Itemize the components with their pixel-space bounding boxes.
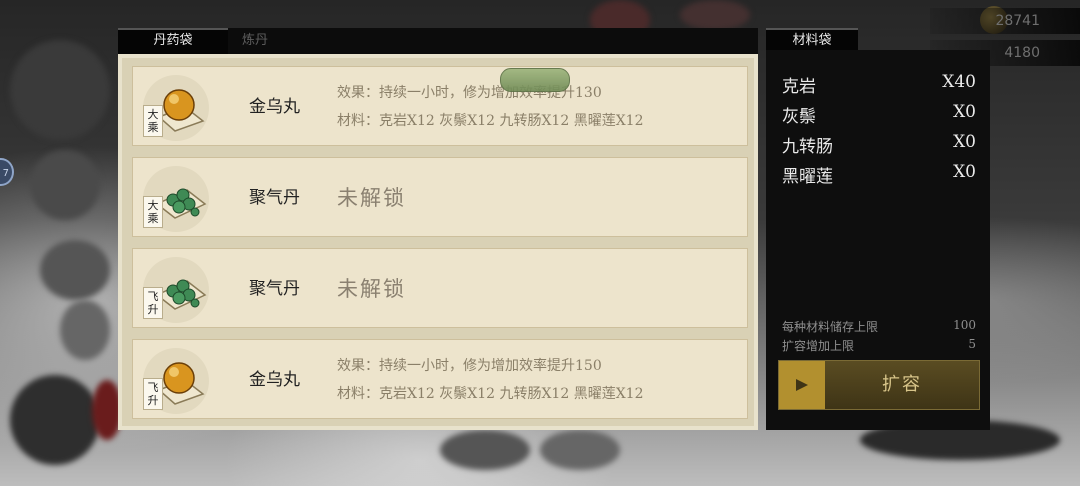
expand-increase-row: 扩容增加上限 5 — [782, 337, 976, 354]
locked-text: 未解锁 — [337, 277, 406, 301]
material-bag-panel: 克岩 X40 灰鬃 X0 九转肠 X0 黑曜莲 X0 每种材料储存上限 100 … — [766, 50, 990, 430]
tab-pill-bag[interactable]: 丹药袋 — [118, 28, 228, 54]
pill-name: 金乌丸 — [249, 97, 300, 117]
tab-refine[interactable]: 炼丹 — [242, 28, 302, 54]
expand-increase-label: 扩容增加上限 — [782, 339, 855, 353]
material-name: 黑曜莲 — [782, 167, 833, 187]
expand-increase-value: 5 — [968, 337, 976, 351]
material-qty: X0 — [953, 102, 976, 122]
scroll-indicator — [500, 68, 570, 92]
material-name: 九转肠 — [782, 137, 833, 157]
tier-tag: 飞升 — [143, 287, 163, 319]
locked-text: 未解锁 — [337, 186, 406, 210]
pill-card[interactable]: 飞升 聚气丹 未解锁 — [132, 248, 748, 328]
material-row: 克岩 X40 — [782, 72, 976, 97]
material-name: 克岩 — [782, 77, 816, 97]
material-qty: X0 — [953, 132, 976, 152]
pill-materials: 材料：克岩X12 灰鬃X12 九转肠X12 黑曜莲X12 — [337, 386, 644, 402]
storage-limit-label: 每种材料储存上限 — [782, 320, 879, 334]
pill-effect: 效果：持续一小时，修为增加效率提升150 — [337, 358, 602, 374]
pill-card[interactable]: 大乘 金乌丸 效果：持续一小时，修为增加效率提升130 材料：克岩X12 灰鬃X… — [132, 66, 748, 146]
tier-tag: 飞升 — [143, 378, 163, 410]
material-qty: X0 — [953, 162, 976, 182]
pill-card[interactable]: 飞升 金乌丸 效果：持续一小时，修为增加效率提升150 材料：克岩X12 灰鬃X… — [132, 339, 748, 419]
pill-name: 聚气丹 — [249, 279, 300, 299]
expand-button-label: 扩容 — [882, 374, 922, 395]
material-name: 灰鬃 — [782, 107, 816, 127]
material-row: 灰鬃 X0 — [782, 102, 976, 127]
pill-name: 聚气丹 — [249, 188, 300, 208]
pill-panel-tabs: 丹药袋 炼丹 — [118, 28, 758, 54]
pill-card[interactable]: 大乘 聚气丹 未解锁 — [132, 157, 748, 237]
tier-tag: 大乘 — [143, 196, 163, 228]
tier-tag: 大乘 — [143, 105, 163, 137]
pill-name: 金乌丸 — [249, 370, 300, 390]
storage-limit-value: 100 — [953, 318, 976, 332]
pill-materials: 材料：克岩X12 灰鬃X12 九转肠X12 黑曜莲X12 — [337, 113, 644, 129]
material-row: 九转肠 X0 — [782, 132, 976, 157]
pill-list-panel[interactable]: 大乘 金乌丸 效果：持续一小时，修为增加效率提升130 材料：克岩X12 灰鬃X… — [118, 54, 758, 430]
storage-limit-row: 每种材料储存上限 100 — [782, 318, 976, 335]
play-icon — [779, 361, 825, 409]
expand-button[interactable]: 扩容 — [778, 360, 980, 410]
resource-counter-1: 28741 — [930, 8, 1080, 34]
material-qty: X40 — [942, 72, 976, 92]
material-row: 黑曜莲 X0 — [782, 162, 976, 187]
